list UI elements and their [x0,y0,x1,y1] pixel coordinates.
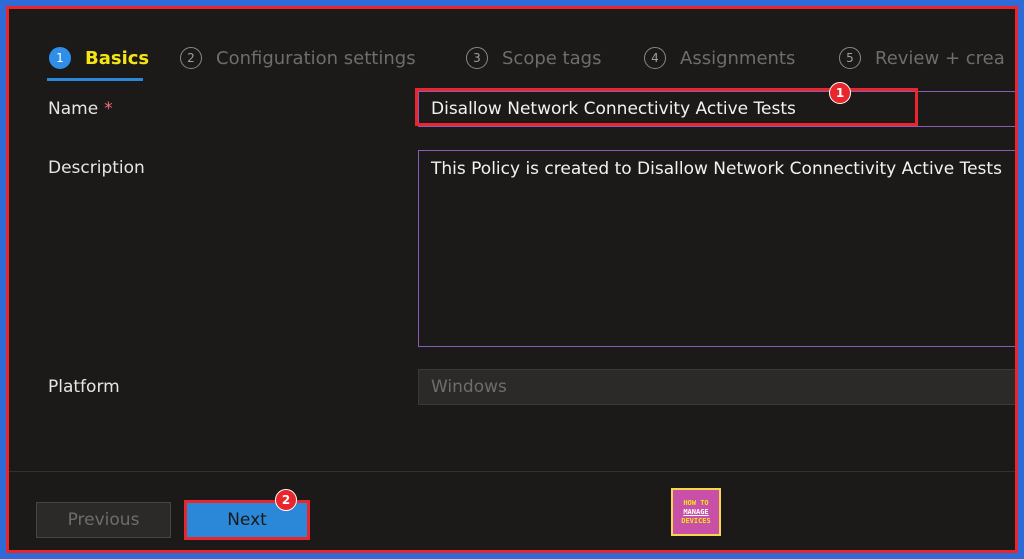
logo-line-1: HOW TO [683,498,709,507]
step-number-4: 4 [644,47,666,69]
previous-button[interactable]: Previous [36,502,171,538]
tab-review-create[interactable]: 5 Review + crea [839,43,1005,73]
step-number-5: 5 [839,47,861,69]
tab-review-create-label: Review + crea [875,47,1005,69]
description-textarea[interactable]: This Policy is created to Disallow Netwo… [418,150,1015,347]
logo-line-2: MANAGE [683,507,709,516]
platform-select-value: Windows [431,377,507,397]
name-label: Name [48,99,99,119]
create-profile-wizard: 1 Basics 2 Configuration settings 3 Scop… [9,9,1015,550]
platform-select: Windows [418,369,1015,405]
tab-basics-label: Basics [85,47,150,69]
name-label-group: Name * [48,99,113,119]
annotation-badge-1: 1 [829,82,851,104]
previous-button-label: Previous [67,510,140,530]
tab-basics[interactable]: 1 Basics [49,43,149,73]
step-number-1: 1 [49,47,71,69]
tab-assignments[interactable]: 4 Assignments [644,43,795,73]
platform-label: Platform [48,377,120,397]
tab-assignments-label: Assignments [680,47,796,69]
required-asterisk: * [104,99,113,119]
tab-configuration-settings-label: Configuration settings [216,47,416,69]
description-label: Description [48,158,145,178]
footer-divider [9,471,1015,472]
logo-line-3: DEVICES [681,516,711,525]
how-to-manage-devices-logo: HOW TO MANAGE DEVICES [671,488,721,536]
tab-scope-tags-label: Scope tags [502,47,602,69]
tab-configuration-settings[interactable]: 2 Configuration settings [180,43,416,73]
active-tab-indicator [47,78,143,81]
tab-scope-tags[interactable]: 3 Scope tags [466,43,601,73]
step-number-2: 2 [180,47,202,69]
step-number-3: 3 [466,47,488,69]
annotation-badge-2: 2 [275,489,297,511]
